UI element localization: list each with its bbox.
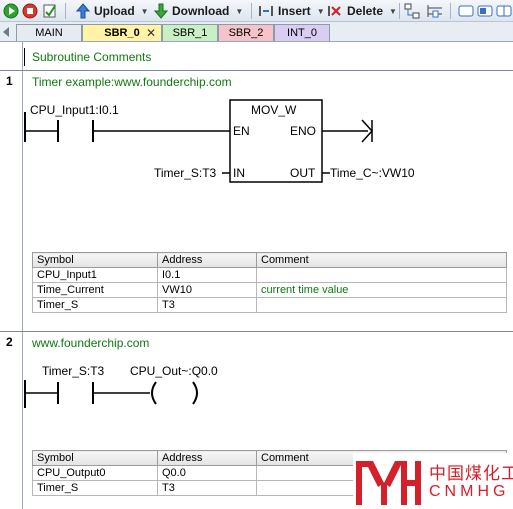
tab-scroll-left-icon[interactable]	[3, 27, 9, 37]
download-dropdown-icon[interactable]: ▼	[235, 7, 243, 16]
download-button[interactable]: Download ▼	[154, 2, 243, 20]
ladder-editor[interactable]: Subroutine Comments 1 Timer example:www.…	[0, 42, 513, 509]
delete-icon	[328, 6, 341, 16]
compile-icon[interactable]	[42, 2, 58, 20]
download-arrow-icon	[154, 3, 168, 19]
stop-icon[interactable]	[22, 2, 38, 20]
tab-int-0[interactable]: INT_0	[274, 24, 330, 41]
insert-label: Insert	[278, 4, 311, 18]
address-cell[interactable]: T3	[157, 480, 257, 496]
watermark-text-en: CNMHG	[429, 483, 510, 500]
tab-main-label: MAIN	[35, 27, 63, 39]
tab-sbr-0-label: SBR_0	[104, 27, 140, 39]
tab-strip: MAIN SBR_0 ✕ SBR_1 SBR_2 INT_0	[0, 22, 513, 42]
ladder-icon[interactable]	[426, 2, 444, 20]
network-2-ladder	[26, 381, 198, 405]
upload-button[interactable]: Upload ▼	[76, 2, 149, 20]
run-icon[interactable]	[3, 2, 19, 20]
watermark-logo: 中国煤化工 CNMHG	[353, 453, 513, 509]
address-cell[interactable]: Q0.0	[157, 465, 257, 481]
window-icon[interactable]	[458, 2, 474, 20]
watermark-text-cn: 中国煤化工	[429, 464, 513, 483]
insert-dropdown-icon[interactable]: ▼	[317, 7, 325, 16]
upload-dropdown-icon[interactable]: ▼	[141, 7, 149, 16]
tab-sbr-2-label: SBR_2	[228, 27, 264, 39]
tab-sbr-2[interactable]: SBR_2	[218, 24, 274, 41]
upload-arrow-icon	[76, 3, 90, 19]
coil-left-icon	[151, 381, 157, 405]
tab-sbr-1-label: SBR_1	[172, 27, 208, 39]
tab-sbr-1[interactable]: SBR_1	[162, 24, 218, 41]
symbol-cell[interactable]: Timer_S	[32, 480, 158, 496]
symbol-cell[interactable]: CPU_Output0	[32, 465, 158, 481]
upload-label: Upload	[94, 4, 135, 18]
delete-label: Delete	[347, 4, 384, 18]
coil-right-icon	[192, 381, 198, 405]
close-tab-icon[interactable]: ✕	[146, 25, 156, 42]
delete-button[interactable]: Delete ▼	[327, 2, 397, 20]
tab-main[interactable]: MAIN	[16, 24, 82, 41]
column-header: Address	[157, 450, 257, 466]
download-label: Download	[172, 4, 230, 18]
insert-icon	[259, 6, 273, 16]
network-icon[interactable]	[404, 2, 420, 20]
tab-sbr-0[interactable]: SBR_0 ✕	[82, 24, 162, 41]
insert-button[interactable]: Insert ▼	[258, 2, 325, 20]
column-header: Symbol	[32, 450, 158, 466]
tile-window-icon[interactable]	[496, 2, 512, 20]
split-window-icon[interactable]	[477, 2, 493, 20]
tab-int-0-label: INT_0	[287, 27, 317, 39]
toolbar: Upload ▼ Download ▼ Insert ▼ Delete ▼	[0, 0, 513, 22]
delete-dropdown-icon[interactable]: ▼	[389, 7, 397, 16]
